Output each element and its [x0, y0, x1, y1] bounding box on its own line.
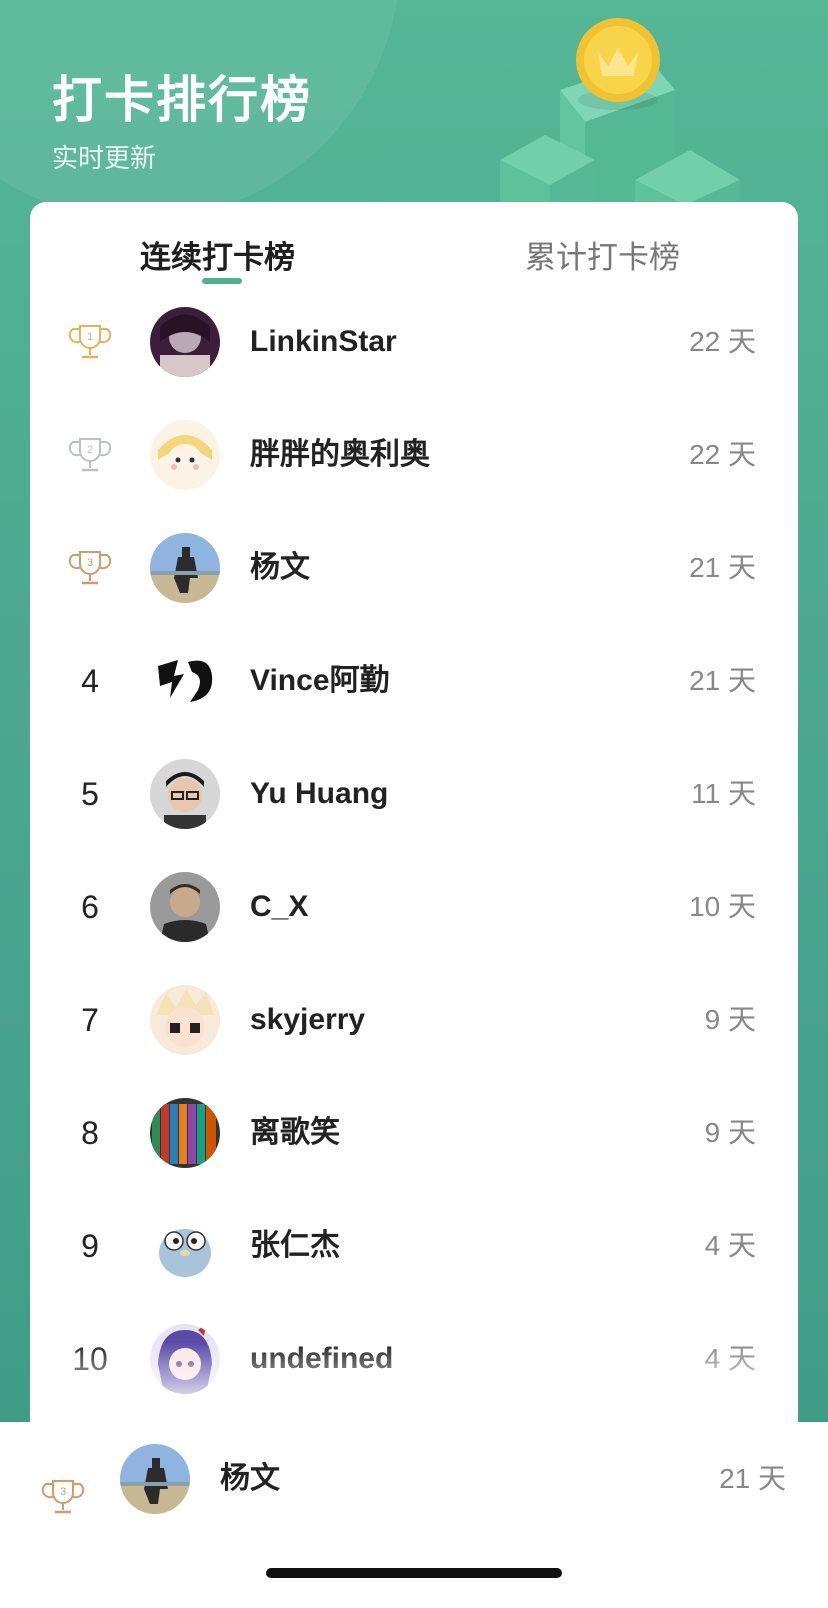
user-name: 离歌笑 [250, 1116, 340, 1149]
avatar[interactable] [150, 1098, 220, 1168]
rank-badge: 2 [65, 397, 115, 513]
rank-number: 8 [81, 1114, 99, 1151]
avatar[interactable] [150, 646, 220, 716]
checkin-days: 22 天 [689, 439, 756, 470]
current-user-rank-bar[interactable]: 3 杨文 21 天 [0, 1422, 828, 1608]
rank-badge: 3 [65, 510, 115, 626]
avatar[interactable] [120, 1444, 190, 1514]
checkin-days: 9 天 [704, 1004, 756, 1035]
trophy-bronze-icon: 3 [68, 551, 112, 585]
ranking-row[interactable]: 9 张仁杰 4 天 [30, 1188, 798, 1304]
user-name: 张仁杰 [250, 1229, 340, 1262]
checkin-days: 10 天 [689, 891, 756, 922]
user-name: Vince阿勤 [250, 664, 390, 697]
leaderboard-card: 连续打卡榜 累计打卡榜 1 LinkinStar 22 天 2 胖胖的奥利奥 2… [30, 202, 798, 1422]
trophy-gold-icon: 1 [68, 325, 112, 359]
rank-number: 5 [81, 775, 99, 812]
checkin-days: 9 天 [704, 1117, 756, 1148]
page-subtitle: 实时更新 [52, 143, 157, 173]
checkin-days: 11 天 [691, 778, 756, 809]
checkin-days: 21 天 [719, 1463, 786, 1494]
crown-coin-blocks-illustration [500, 18, 740, 220]
user-name: 杨文 [220, 1462, 280, 1495]
svg-text:2: 2 [87, 444, 93, 456]
user-name: LinkinStar [250, 325, 397, 358]
avatar[interactable] [150, 533, 220, 603]
avatar[interactable] [150, 985, 220, 1055]
checkin-days: 21 天 [689, 552, 756, 583]
user-name: C_X [250, 890, 309, 923]
ranking-row[interactable]: 7 skyjerry 9 天 [30, 962, 798, 1078]
header: 打卡排行榜 实时更新 [0, 0, 828, 230]
rank-number: 7 [81, 1001, 99, 1038]
ranking-row[interactable]: 3 杨文 21 天 [30, 510, 798, 626]
rank-badge: 3 [38, 1462, 88, 1532]
tab-cumulative-checkin[interactable]: 累计打卡榜 [525, 232, 680, 277]
ranking-row[interactable]: 8 离歌笑 9 天 [30, 1075, 798, 1191]
checkin-days: 4 天 [704, 1230, 756, 1261]
tab-continuous-checkin[interactable]: 连续打卡榜 [140, 232, 295, 277]
home-indicator[interactable] [266, 1568, 562, 1578]
page-title: 打卡排行榜 [52, 72, 312, 128]
avatar[interactable] [150, 872, 220, 942]
trophy-bronze-icon: 3 [41, 1480, 85, 1514]
checkin-days: 21 天 [689, 665, 756, 696]
avatar[interactable] [150, 420, 220, 490]
svg-text:1: 1 [87, 331, 93, 343]
user-name: Yu Huang [250, 777, 389, 810]
user-name: 杨文 [250, 551, 310, 584]
user-name: 胖胖的奥利奥 [250, 438, 430, 471]
avatar[interactable] [150, 1211, 220, 1281]
ranking-row[interactable]: 5 Yu Huang 11 天 [30, 736, 798, 852]
rank-number: 9 [81, 1227, 99, 1264]
svg-text:3: 3 [60, 1486, 66, 1498]
ranking-row[interactable]: 2 胖胖的奥利奥 22 天 [30, 397, 798, 513]
avatar[interactable] [150, 759, 220, 829]
rank-number: 6 [81, 888, 99, 925]
avatar[interactable] [150, 307, 220, 377]
svg-text:3: 3 [87, 557, 93, 569]
list-fade-overlay [30, 1342, 798, 1422]
ranking-row[interactable]: 6 C_X 10 天 [30, 849, 798, 965]
ranking-row[interactable]: 4 Vince阿勤 21 天 [30, 623, 798, 739]
rank-number: 4 [81, 662, 99, 699]
checkin-days: 22 天 [689, 326, 756, 357]
trophy-silver-icon: 2 [68, 438, 112, 472]
rank-badge: 1 [65, 284, 115, 400]
ranking-row[interactable]: 1 LinkinStar 22 天 [30, 284, 798, 400]
user-name: skyjerry [250, 1003, 366, 1036]
